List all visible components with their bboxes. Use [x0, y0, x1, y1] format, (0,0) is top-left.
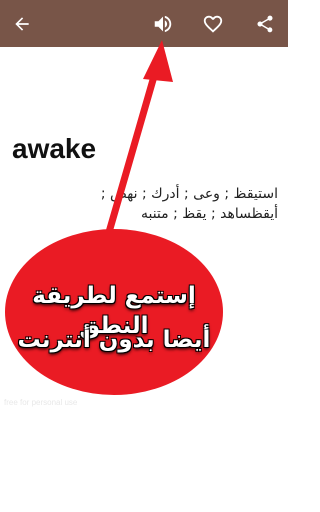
promo-badge: إستمع لطريقة النطق أيضا بدون أنترنت: [5, 229, 223, 395]
promo-line-2: أيضا بدون أنترنت: [17, 327, 211, 353]
